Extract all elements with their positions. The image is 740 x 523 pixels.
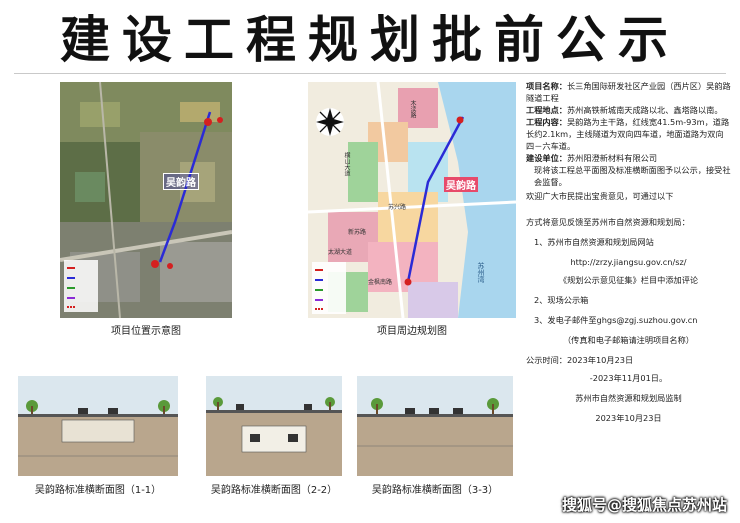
method-2: 2、现场公示箱 [534,295,589,305]
notice: 现将该工程总平面图及标准横断面图予以公示，接受社会监督。 [534,165,731,187]
method-1-url[interactable]: http://zrzy.jiangsu.gov.cn/sz/ [526,256,731,268]
place-label: 金枫南路 [368,279,393,286]
publicity-time: 公示时间：2023年10月23日 [526,355,634,365]
location-map: 吴韵路 [60,82,232,318]
place-label: 苏州湾 [477,262,485,283]
cross-section-2 [206,376,342,476]
project-name-label: 项目名称： [526,81,567,91]
place-label: 横山大道 [343,152,350,176]
place-label: 苏兴路 [388,204,407,211]
publish-date: 2023年10月23日 [595,413,662,423]
place-label: 木渎路 [409,100,416,118]
section-1-caption: 吴韵路标准横断面图（1-1） [34,485,162,496]
builder-label: 建设单位： [526,153,567,163]
method-1: 1、苏州市自然资源和规划局网站 [534,237,654,247]
location-map-caption: 项目位置示意图 [111,326,181,337]
method-3: 3、发电子邮件至ghgs@zgj.suzhou.gov.cn [534,315,698,325]
road-name-label: 吴韵路 [163,173,199,190]
methods-intro: 方式将意见反馈至苏州市自然资源和规划局： [526,217,690,227]
surrounding-map: 吴韵路 木渎路 横山大道 苏兴路 新苏路 太湖大道 金枫南路 苏州湾 [308,82,516,318]
location: 苏州高铁新城南天成路以北、鑫塔路以南。 [566,105,723,115]
builder: 苏州阳澄新材料有限公司 [566,153,658,163]
method-1-note: 《规划公示意见征集》栏目中添加评论 [558,275,699,285]
fax-note: （传真和电子邮箱请注明项目名称） [562,335,694,345]
project-info: 项目名称：长三角国际研发社区产业园（西片区）吴韵路隧道工程 工程地点：苏州高铁新… [526,80,731,424]
section-3-caption: 吴韵路标准横断面图（3-3） [371,485,499,496]
invite-text: 欢迎广大市民提出宝贵意见，可通过以下 [526,191,674,201]
publicity-end: -2023年11月01日。 [589,373,668,383]
cross-section-3 [357,376,513,476]
road-name-label-right: 吴韵路 [444,177,478,192]
aerial-map-image [60,82,232,318]
location-label: 工程地点： [526,105,567,115]
section-2-caption: 吴韵路标准横断面图（2-2） [210,485,338,496]
north-arrow-icon [316,108,344,136]
watermark: 搜狐号@搜狐焦点苏州站 [562,496,728,514]
content-label: 工程内容： [526,117,567,127]
surrounding-map-caption: 项目周边规划图 [377,326,447,337]
supervisor: 苏州市自然资源和规划局监制 [575,393,682,403]
place-label: 太湖大道 [328,249,353,256]
cross-section-1 [18,376,178,476]
title-divider [14,73,726,74]
place-label: 新苏路 [348,229,367,236]
page-title: 建设工程规划批前公示 [60,10,680,69]
